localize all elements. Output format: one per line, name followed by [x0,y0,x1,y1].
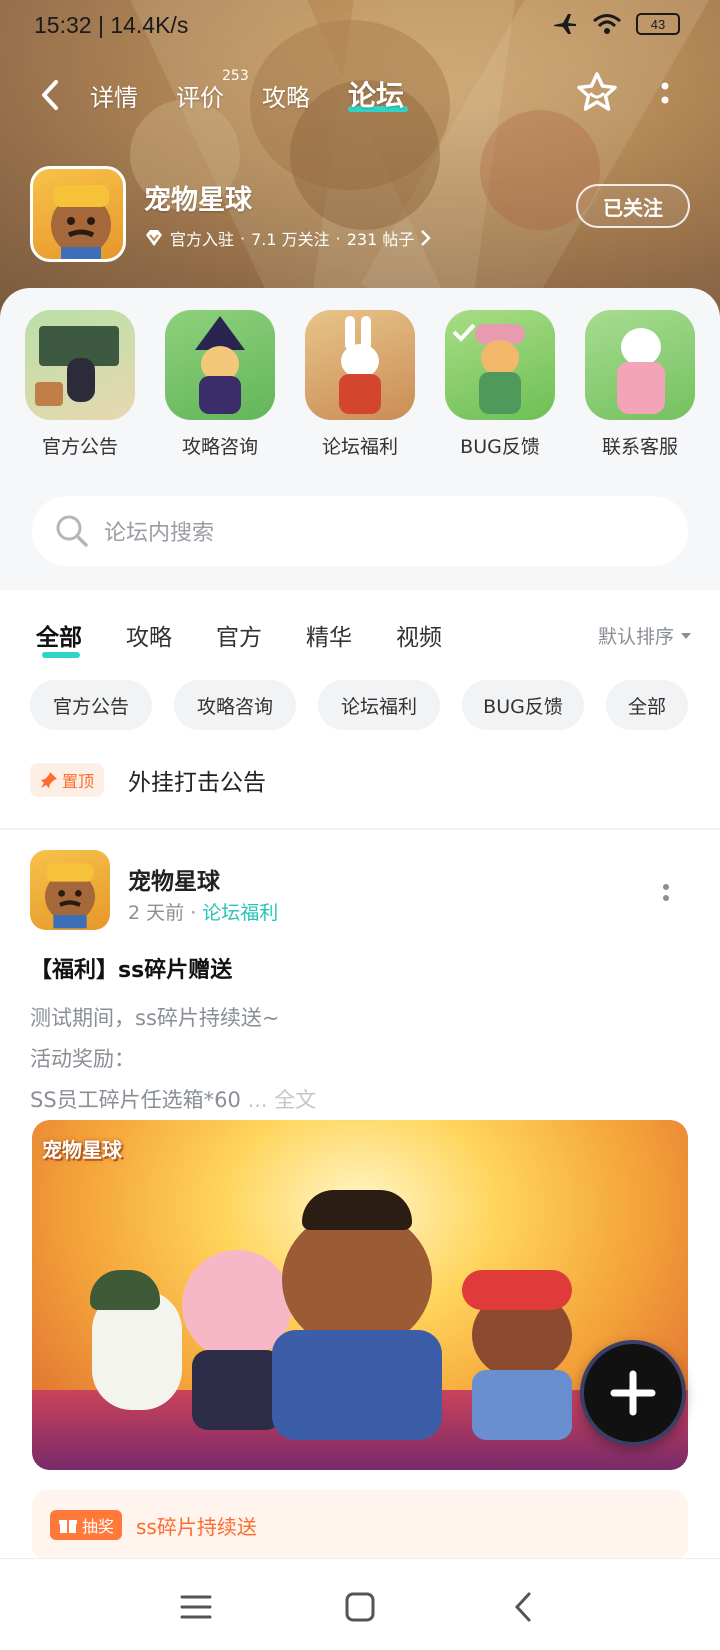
chip-all[interactable]: 全部 [606,680,688,730]
menu-icon[interactable] [176,1587,216,1627]
app-name: 宠物星球 [144,185,252,216]
follow-button[interactable]: 已关注 [576,184,690,228]
read-more-link[interactable]: ... 全文 [248,1088,317,1112]
shortcut-row: 官方公告 攻略咨询 论坛福利 BUG反馈 联系客服 [0,310,720,470]
chip-bug-report[interactable]: BUG反馈 [462,680,584,730]
post-time: 2 天前 [128,902,185,924]
shortcut-image [585,310,695,420]
back-icon[interactable] [34,78,68,112]
official-label: 官方入驻 [170,230,235,249]
status-time: 15:32 | 14.4K/s [34,12,189,38]
post-body: 测试期间，ss碎片持续送~ 活动奖励： SS员工碎片任选箱*60 ... 全文 [30,1006,317,1112]
favorite-star-icon[interactable] [574,70,620,116]
divider [0,828,720,830]
filter-tab-videos[interactable]: 视频 [396,618,442,652]
filter-tab-all[interactable]: 全部 [36,618,82,652]
pinned-post[interactable]: 置顶 外挂打击公告 [30,760,690,800]
followers-count: 7.1 万关注 [251,230,330,249]
gift-icon [59,1520,77,1533]
shortcut-forum-benefits[interactable]: 论坛福利 [290,310,430,459]
lottery-title: ss碎片持续送 [136,1514,257,1539]
pinned-title: 外挂打击公告 [128,770,267,796]
shortcut-image [165,310,275,420]
app-icon [30,166,126,262]
author-name[interactable]: 宠物星球 [128,862,220,896]
caret-down-icon [681,632,691,639]
shortcut-customer-service[interactable]: 联系客服 [570,310,710,459]
filter-tab-guides[interactable]: 攻略 [126,618,172,652]
shortcut-guide-consult[interactable]: 攻略咨询 [150,310,290,459]
shortcut-image [25,310,135,420]
post-category[interactable]: 论坛福利 [202,902,278,924]
airplane-icon [554,14,576,34]
wifi-icon [593,14,621,34]
tab-forum[interactable]: 论坛 [348,74,404,114]
verified-diamond-icon [146,230,162,246]
post-title: 【福利】ss碎片赠送 [30,958,233,983]
category-chips: 官方公告 攻略咨询 论坛福利 BUG反馈 全部 [30,680,720,732]
reviews-count-badge: 253 [222,68,249,84]
shortcut-official-notice[interactable]: 官方公告 [10,310,150,459]
app-info: 宠物星球 官方入驻 · 7.1 万关注 · 231 帖子 已关注 [30,166,690,262]
filter-tabs: 全部 攻略 官方 精华 视频 默认排序 [0,608,720,668]
filter-tab-featured[interactable]: 精华 [306,618,352,652]
back-nav-icon[interactable] [504,1587,544,1627]
lottery-badge: 抽奖 [50,1510,123,1540]
post-image-logo: 宠物星球 [42,1138,122,1162]
chip-guide-consult[interactable]: 攻略咨询 [174,680,296,730]
home-icon[interactable] [340,1587,380,1627]
more-options-icon[interactable] [650,76,680,116]
post-meta: 2 天前 · 论坛福利 [128,902,279,924]
search-input[interactable]: 论坛内搜索 [104,515,214,547]
chip-official-notice[interactable]: 官方公告 [30,680,152,730]
tab-reviews[interactable]: 评价 [176,78,224,113]
filter-tab-indicator [42,652,80,658]
search-icon [56,515,88,547]
plus-icon [610,1370,656,1416]
shortcut-image [305,310,415,420]
create-post-button[interactable] [580,1340,686,1446]
author-avatar[interactable] [30,850,110,930]
status-bar: 15:32 | 14.4K/s 43 [0,0,720,54]
top-nav: 详情 评价 253 攻略 论坛 [0,66,720,126]
post-card[interactable]: 宠物星球 2 天前 · 论坛福利 【福利】ss碎片赠送 测试期间，ss碎片持续送… [0,838,720,1598]
post-more-icon[interactable] [656,878,676,908]
forum-search[interactable]: 论坛内搜索 [32,496,688,566]
status-icons: 43 [552,12,680,36]
sort-dropdown[interactable]: 默认排序 [598,622,692,649]
battery-icon: 43 [636,13,680,35]
shortcut-image [445,310,555,420]
chip-forum-benefits[interactable]: 论坛福利 [318,680,440,730]
shortcut-bug-report[interactable]: BUG反馈 [430,310,570,459]
tab-details[interactable]: 详情 [90,78,138,113]
chevron-right-icon [421,230,432,246]
pin-icon [41,772,57,788]
app-meta[interactable]: 官方入驻 · 7.1 万关注 · 231 帖子 [144,226,432,250]
pinned-badge: 置顶 [30,763,105,797]
lottery-bar[interactable]: 抽奖 ss碎片持续送 [32,1490,688,1560]
tab-guides[interactable]: 攻略 [262,78,310,113]
posts-count: 231 帖子 [346,230,415,249]
filter-tab-official[interactable]: 官方 [216,618,262,652]
system-nav-bar [0,1558,720,1650]
